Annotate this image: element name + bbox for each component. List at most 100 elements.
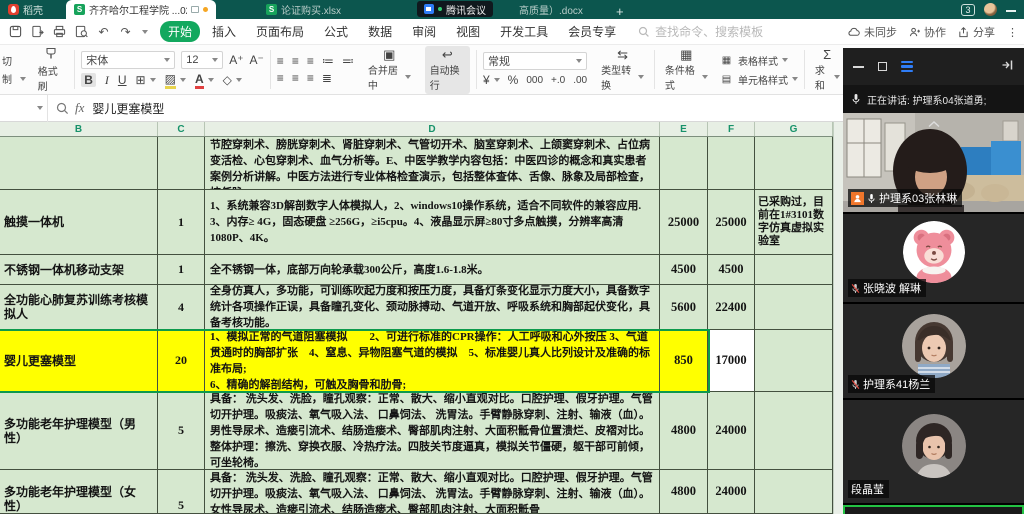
cell-desc[interactable]: 节腔穿刺术、膀胱穿刺术、肾脏穿刺术、气管切开术、脑室穿刺术、上颌窦穿刺术、占位病… (205, 137, 660, 190)
font-increase-button[interactable]: A⁺ (229, 53, 243, 67)
quick-toolbar-caret-icon[interactable] (142, 30, 148, 34)
table-style-button[interactable]: ▦ 表格样式 (722, 53, 798, 68)
italic-button[interactable]: I (105, 73, 109, 88)
cell-total[interactable] (708, 137, 755, 190)
cell-total[interactable]: 25000 (708, 190, 755, 255)
document-count-badge[interactable]: 3 (961, 4, 975, 16)
cell-note[interactable] (755, 330, 833, 392)
column-header-f[interactable]: F (708, 122, 755, 136)
undo-icon[interactable]: ↶ (96, 24, 111, 39)
align-top-button[interactable]: ≡ (277, 54, 284, 68)
cell-desc[interactable]: 全身仿真人，多功能，可训练吹起力度和按压力度，具备灯条变化显示力度大小，具备数字… (205, 285, 660, 330)
cell-unit-price[interactable]: 4800 (660, 392, 708, 470)
meeting-minimize-button[interactable] (853, 66, 864, 68)
column-header-d[interactable]: D (205, 122, 660, 136)
ribbon-tab-formulas[interactable]: 公式 (316, 21, 356, 42)
cell-qty[interactable]: 1 (158, 190, 205, 255)
percent-button[interactable]: % (508, 73, 519, 87)
bold-button[interactable]: B (81, 73, 96, 87)
zoom-formula-icon[interactable] (56, 102, 69, 115)
cell-qty[interactable]: 5 (158, 470, 205, 514)
video-tile-zhangxiaobo[interactable]: 张晓波 解琳 (843, 214, 1024, 302)
number-format-select[interactable]: 常规 (483, 52, 587, 70)
cell-qty[interactable]: 1 (158, 255, 205, 285)
cell-name[interactable] (0, 137, 158, 190)
font-family-select[interactable]: 宋体 (81, 51, 175, 69)
cell-unit-price[interactable]: 4500 (660, 255, 708, 285)
user-avatar[interactable] (984, 3, 997, 16)
meeting-list-view-button[interactable] (901, 61, 913, 73)
cell-desc[interactable]: 具备： 洗头发、洗脸、瞳孔观察：正常、散大、缩小直观对比。口腔护理、假牙护理。气… (205, 470, 660, 514)
tab-docx-document[interactable]: 腾讯会议 高质量）.docx (417, 0, 602, 19)
borders-button[interactable]: ⊞ (136, 73, 156, 87)
save-icon[interactable] (8, 24, 23, 39)
export-icon[interactable] (30, 24, 45, 39)
video-tile-partial-active[interactable] (843, 505, 1024, 514)
cell-desc[interactable]: 1、系统兼容3D解剖数字人体模拟人，2、windows10操作系统，适合不同软件… (205, 190, 660, 255)
font-decrease-button[interactable]: A⁻ (250, 53, 264, 67)
merge-center-button[interactable]: ▣ 合并居中 (364, 48, 415, 92)
ribbon-tab-review[interactable]: 审阅 (404, 21, 444, 42)
cell-note[interactable]: 已采购过，目前在1#3101数字仿真虚拟实验室 (755, 190, 833, 255)
cell-style-button[interactable]: ▤ 单元格样式 (722, 72, 798, 87)
ribbon-tab-view[interactable]: 视图 (448, 21, 488, 42)
underline-button[interactable]: U (118, 73, 127, 87)
currency-button[interactable]: ¥ (483, 73, 500, 87)
meeting-collapse-button[interactable] (1001, 58, 1014, 76)
cell-total[interactable]: 24000 (708, 470, 755, 514)
cell-note[interactable] (755, 470, 833, 514)
cell-total[interactable]: 17000 (708, 330, 755, 392)
tab-active-document[interactable]: S 齐齐哈尔工程学院 ...022-01-05 (66, 0, 216, 19)
meeting-floating-indicator[interactable]: 腾讯会议 (417, 1, 493, 17)
sync-status-button[interactable]: 未同步 (847, 24, 897, 40)
align-middle-button[interactable]: ≡ (292, 54, 299, 68)
font-color-button[interactable]: A (195, 72, 214, 89)
meeting-maximize-button[interactable] (878, 62, 887, 71)
cell-desc[interactable]: 具备： 洗头发、洗脸，瞳孔观察：正常、散大、缩小直观对比。口腔护理、假牙护理。气… (205, 392, 660, 470)
increase-decimal-button[interactable]: +.0 (551, 75, 565, 86)
cell-note[interactable] (755, 255, 833, 285)
print-icon[interactable] (52, 24, 67, 39)
column-header-c[interactable]: C (158, 122, 205, 136)
name-box[interactable] (0, 95, 48, 122)
thousands-separator-button[interactable]: 000 (526, 75, 543, 86)
cell-qty[interactable]: 4 (158, 285, 205, 330)
column-header-g[interactable]: G (755, 122, 833, 136)
collapse-tile-chevron-icon[interactable] (928, 114, 940, 132)
cell-note[interactable] (755, 392, 833, 470)
wrap-text-button[interactable]: ↩ 自动换行 (425, 46, 470, 94)
new-tab-button[interactable]: + (616, 4, 624, 19)
cell-name[interactable]: 全功能心肺复苏训练考核模拟人 (0, 285, 158, 330)
cell-unit-price[interactable]: 4800 (660, 470, 708, 514)
video-tile-yanglan[interactable]: 护理系41杨兰 (843, 304, 1024, 398)
video-tile-duanjingying[interactable]: 段晶莹 (843, 400, 1024, 503)
print-preview-icon[interactable] (74, 24, 89, 39)
cell-name[interactable]: 多功能老年护理模型（男性） (0, 392, 158, 470)
cell-qty[interactable]: 20 (158, 330, 205, 392)
fx-icon[interactable]: fx (75, 100, 84, 116)
type-convert-button[interactable]: ⇆ 类型转换 (597, 48, 648, 92)
format-painter-button[interactable]: 格式刷 (34, 47, 69, 93)
ribbon-tab-page-layout[interactable]: 页面布局 (248, 21, 312, 42)
conditional-format-button[interactable]: ▦ 条件格式 (661, 48, 712, 92)
ribbon-tab-data[interactable]: 数据 (360, 21, 400, 42)
cell-qty[interactable] (158, 137, 205, 190)
align-left-button[interactable]: ≡ (277, 71, 284, 85)
cell-unit-price[interactable]: 5600 (660, 285, 708, 330)
column-header-b[interactable]: B (0, 122, 158, 136)
cell-total[interactable]: 4500 (708, 255, 755, 285)
cell-name[interactable]: 不锈钢一体机移动支架 (0, 255, 158, 285)
cell-unit-price[interactable]: 25000 (660, 190, 708, 255)
video-tile-zhanglinlin[interactable]: 护理系03张林琳 (843, 113, 1024, 212)
align-right-button[interactable]: ≡ (307, 71, 314, 85)
cell-name[interactable]: 触摸一体机 (0, 190, 158, 255)
tab-docer[interactable]: 稻壳 (0, 0, 58, 19)
increase-indent-button[interactable]: ≕ (342, 54, 354, 68)
command-search-input[interactable]: 查找命令、搜索模板 (638, 23, 763, 40)
clear-format-button[interactable]: ◇ (223, 73, 242, 87)
collaborate-button[interactable]: 协作 (909, 24, 946, 40)
align-bottom-button[interactable]: ≡ (307, 54, 314, 68)
cell-total[interactable]: 22400 (708, 285, 755, 330)
cell-name[interactable]: 多功能老年护理模型（女性） (0, 470, 158, 514)
column-header-e[interactable]: E (660, 122, 708, 136)
